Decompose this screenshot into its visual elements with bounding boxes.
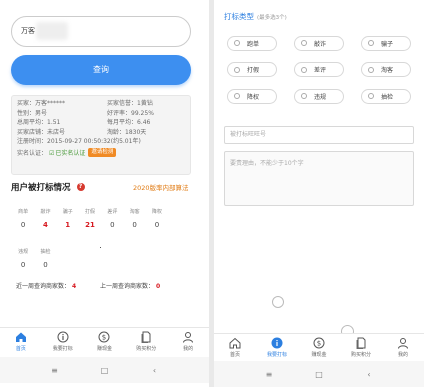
user-icon bbox=[398, 338, 408, 349]
query-screen: 万客 查询 买家：万客****** 买家信誉：1黄钻 性别：男号 好评率：99.… bbox=[0, 0, 209, 387]
help-icon[interactable]: ? bbox=[76, 183, 85, 191]
type-title: 打标类型 (最多选3个) bbox=[224, 12, 287, 21]
home-icon bbox=[15, 332, 26, 342]
tab-earn[interactable]: $ 赚现金 bbox=[298, 334, 340, 362]
blurred-text bbox=[36, 22, 68, 40]
type-option[interactable]: 降权 bbox=[227, 88, 277, 104]
grid-value: 0 bbox=[132, 221, 137, 229]
grid-head: 淘客 bbox=[129, 209, 140, 215]
info-icon bbox=[57, 331, 69, 343]
type-option[interactable]: 抽检 bbox=[361, 88, 411, 104]
account-age-field: 淘龄：1830天 bbox=[107, 128, 147, 136]
info-icon bbox=[271, 337, 283, 349]
grid-value: 1 bbox=[65, 221, 71, 229]
type-option[interactable]: 打假 bbox=[227, 62, 277, 78]
previous-week: 上一周查询商家数： 0 bbox=[100, 283, 161, 290]
credit-field: 买家信誉：1黄钻 bbox=[107, 100, 153, 107]
gender-field: 性别：男号 bbox=[17, 109, 48, 117]
user-icon bbox=[183, 332, 194, 343]
system-nav-bar: ≡ □ ‹ bbox=[214, 361, 424, 387]
grid-value: 0 bbox=[20, 261, 26, 269]
grid-value: 4 bbox=[43, 221, 48, 229]
grid-head: 违规 bbox=[18, 249, 29, 255]
dollar-icon: $ bbox=[313, 337, 325, 349]
buyer-info-panel: 买家：万客****** 买家信誉：1黄钻 性别：男号 好评率：99.25% 总周… bbox=[11, 95, 191, 175]
radio-icon bbox=[234, 66, 240, 73]
home-icon bbox=[229, 337, 241, 349]
tab-mine[interactable]: 我的 bbox=[382, 334, 424, 362]
tag-screen: 打标类型 (最多选3个) 跑单 敲诈 骗子 打假 差评 淘客 降权 违规 抽检 被… bbox=[214, 0, 424, 387]
grid-head: 敲诈 bbox=[40, 209, 51, 215]
radio-icon bbox=[368, 66, 374, 73]
reason-textarea[interactable]: 要责理由，不能少于10个字 bbox=[224, 151, 414, 206]
document-icon bbox=[356, 337, 366, 349]
grid-head: 打假 bbox=[85, 209, 96, 215]
menu-nav-button[interactable]: ≡ bbox=[30, 366, 80, 375]
radio-icon bbox=[301, 66, 307, 73]
touch-indicator bbox=[272, 296, 284, 308]
tab-points[interactable]: 购买积分 bbox=[125, 328, 167, 356]
tab-home[interactable]: 首页 bbox=[214, 334, 256, 362]
back-nav-button[interactable]: ‹ bbox=[130, 366, 180, 375]
home-nav-button[interactable]: □ bbox=[294, 370, 344, 379]
tab-tag[interactable]: 我要打标 bbox=[42, 328, 84, 356]
menu-nav-button[interactable]: ≡ bbox=[244, 370, 294, 379]
register-time-field: 注册时间： 2015-09-27 00:50:32(约5.01年) bbox=[17, 138, 141, 145]
radio-icon bbox=[368, 40, 374, 47]
buyer-field: 买家：万客****** bbox=[17, 100, 66, 107]
tab-tag[interactable]: 我要打标 bbox=[256, 334, 298, 362]
tab-home[interactable]: 首页 bbox=[0, 328, 42, 356]
rate-field: 好评率：99.25% bbox=[107, 109, 154, 117]
section-title: 用户被打标情况 ? bbox=[11, 181, 85, 193]
grid-value: 0 bbox=[110, 221, 115, 229]
tag-stats-grid: 商单 敲诈 骗子 打假 差评 淘客 降权 0 4 1 21 0 0 0 违规 抽… bbox=[12, 208, 192, 274]
dollar-icon: $ bbox=[98, 331, 110, 343]
type-option[interactable]: 差评 bbox=[294, 62, 344, 78]
grid-head: 降权 bbox=[151, 209, 162, 215]
type-option[interactable]: 违规 bbox=[294, 88, 344, 104]
document-icon bbox=[141, 331, 151, 343]
recent-queries: 近一周查询商家数： 4 上一周查询商家数： 0 bbox=[16, 281, 160, 290]
type-option[interactable]: 敲诈 bbox=[294, 35, 344, 51]
radio-icon bbox=[301, 93, 307, 100]
type-option[interactable]: 跑单 bbox=[227, 35, 277, 51]
type-options: 跑单 敲诈 骗子 打假 差评 淘客 降权 违规 抽检 bbox=[227, 30, 412, 110]
grid-head: 商单 bbox=[18, 209, 29, 215]
type-option[interactable]: 骗子 bbox=[361, 35, 411, 51]
grid-head: 差评 bbox=[107, 209, 118, 215]
algorithm-link[interactable]: 2020版率内部算法 bbox=[133, 182, 189, 192]
type-option[interactable]: 淘客 bbox=[361, 62, 411, 78]
tab-bar: 首页 我要打标 $ 赚现金 购买积分 我的 bbox=[0, 327, 209, 356]
grid-value: 0 bbox=[20, 221, 26, 229]
svg-text:$: $ bbox=[102, 334, 106, 342]
stray-dot bbox=[100, 247, 101, 248]
radio-icon bbox=[234, 93, 240, 100]
svg-text:$: $ bbox=[317, 340, 321, 348]
verify-badge[interactable]: 邀请检测 bbox=[88, 147, 117, 157]
home-nav-button[interactable]: □ bbox=[80, 366, 130, 375]
radio-icon bbox=[301, 40, 307, 47]
radio-icon bbox=[234, 40, 240, 47]
back-nav-button[interactable]: ‹ bbox=[344, 370, 394, 379]
total-avg-field: 总周平均：1.51 bbox=[17, 119, 61, 126]
verified-check-icon: 已实名认证 bbox=[49, 148, 85, 157]
recent-week: 近一周查询商家数： 4 bbox=[16, 283, 77, 290]
shop-field: 买家店铺：未店号 bbox=[17, 128, 66, 136]
verify-field: 实名认证： 已实名认证 邀请检测 bbox=[17, 147, 185, 158]
search-button[interactable]: 查询 bbox=[11, 55, 191, 85]
grid-value: 0 bbox=[43, 261, 48, 269]
grid-value: 21 bbox=[85, 221, 95, 229]
wangwang-id-input[interactable]: 被打标旺旺号 bbox=[224, 126, 414, 144]
tab-points[interactable]: 购买积分 bbox=[340, 334, 382, 362]
weekly-avg-field: 每月平均：6.46 bbox=[107, 119, 151, 126]
grid-head: 骗子 bbox=[62, 209, 73, 215]
tab-earn[interactable]: $ 赚现金 bbox=[84, 328, 126, 356]
tab-bar: 首页 我要打标 $ 赚现金 购买积分 我的 bbox=[214, 333, 424, 362]
grid-head: 抽检 bbox=[40, 249, 51, 255]
system-nav-bar: ≡ □ ‹ bbox=[0, 357, 209, 383]
tab-mine[interactable]: 我的 bbox=[167, 328, 209, 356]
grid-value: 0 bbox=[154, 221, 160, 229]
radio-icon bbox=[368, 93, 374, 100]
